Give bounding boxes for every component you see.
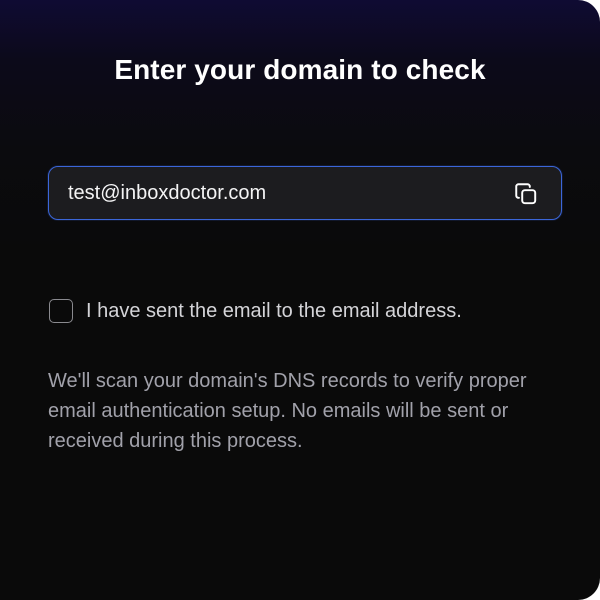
email-value[interactable]: test@inboxdoctor.com (68, 180, 266, 206)
sent-email-label[interactable]: I have sent the email to the email addre… (86, 298, 462, 324)
page-title: Enter your domain to check (114, 54, 486, 85)
copy-icon[interactable] (513, 181, 539, 207)
email-field[interactable]: test@inboxdoctor.com (48, 166, 562, 220)
sent-email-checkbox[interactable] (49, 299, 73, 323)
confirmation-row[interactable]: I have sent the email to the email addre… (49, 298, 462, 324)
domain-check-card: Enter your domain to check test@inboxdoc… (0, 0, 600, 600)
info-text: We'll scan your domain's DNS records to … (48, 370, 527, 452)
